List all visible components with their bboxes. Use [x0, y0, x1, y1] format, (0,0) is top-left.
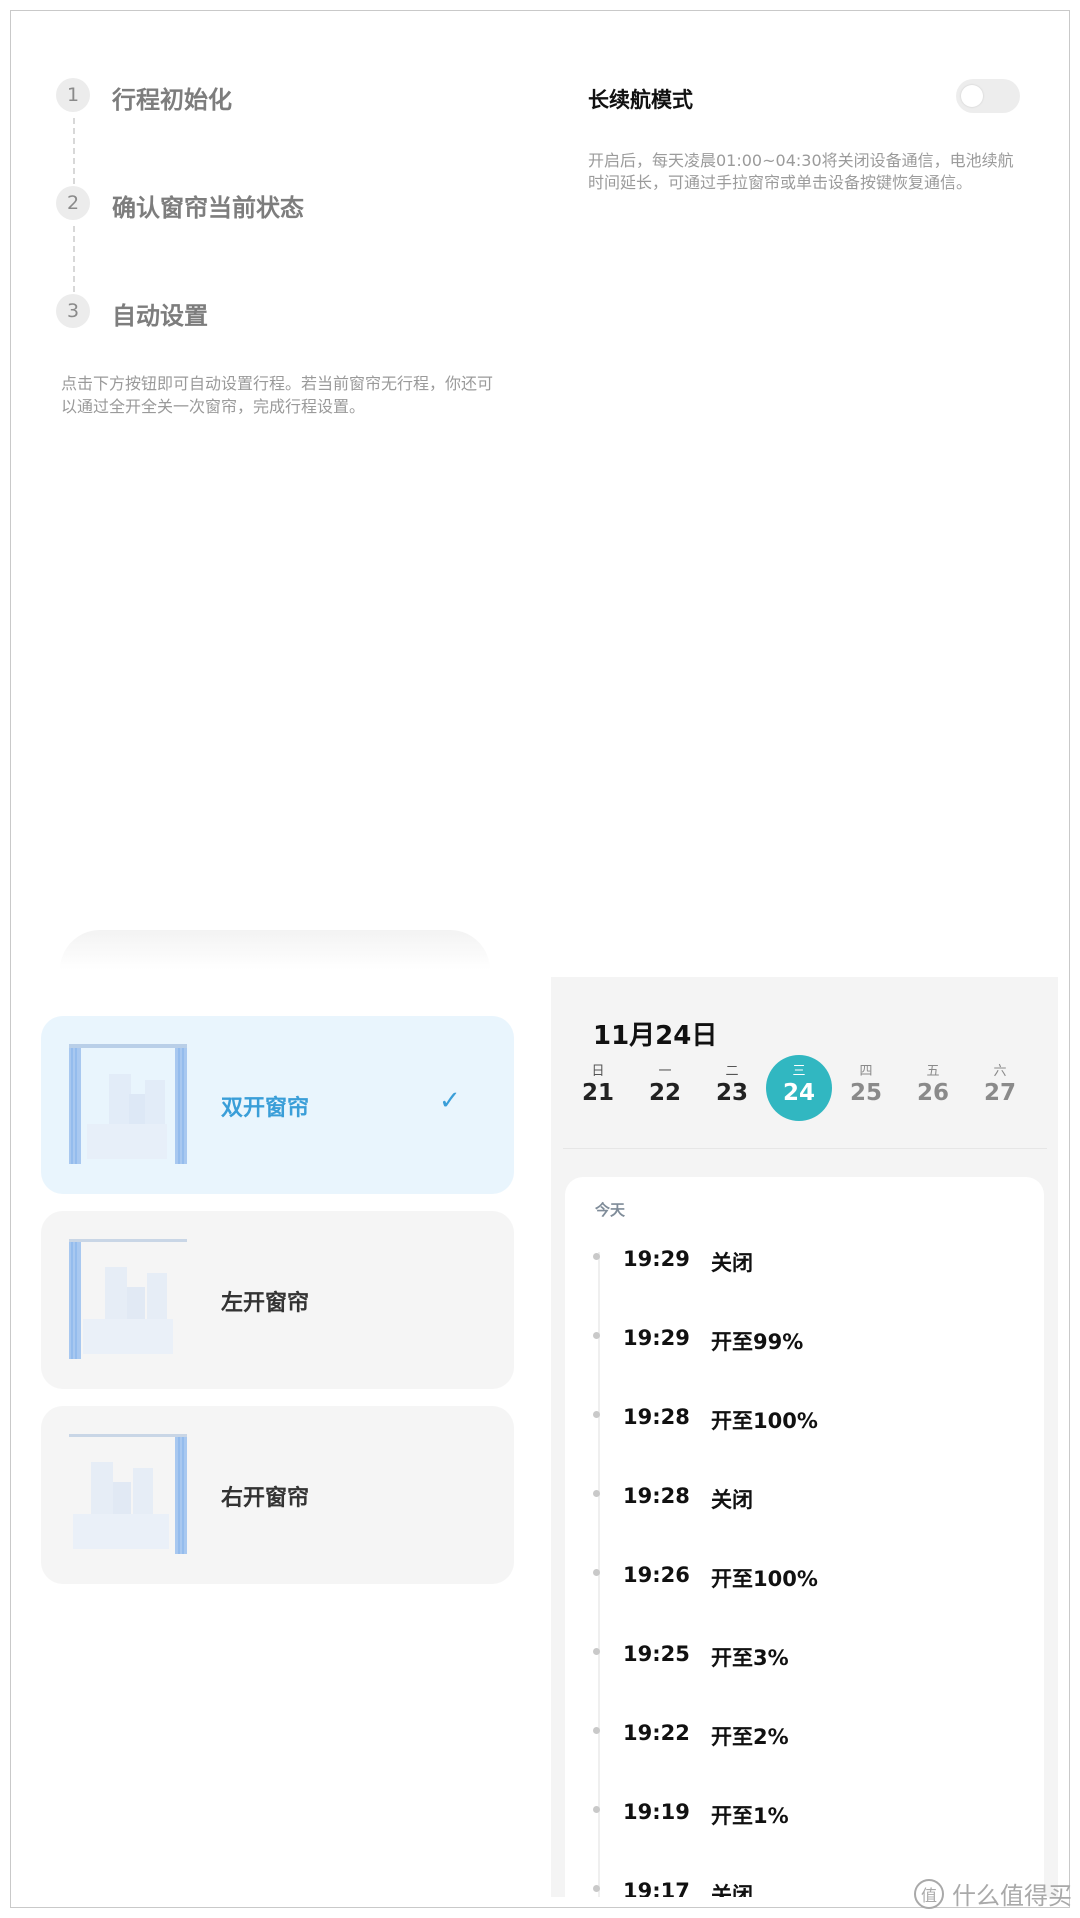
timeline-dot: [593, 1885, 600, 1892]
day-number: 25: [849, 1080, 882, 1106]
history-record: 19:22 开至2%: [593, 1721, 1013, 1761]
toggle-knob: [961, 85, 983, 107]
check-icon: ✓: [439, 1086, 461, 1116]
record-time: 19:19: [623, 1800, 690, 1824]
record-action: 关闭: [711, 1488, 753, 1512]
weekday-label: 四: [859, 1064, 873, 1079]
step-label: 确认窗帘当前状态: [112, 194, 304, 222]
curtain-option-label: 右开窗帘: [221, 1486, 310, 1511]
weekday-label: 一: [658, 1064, 672, 1079]
weekday-label: 五: [926, 1064, 940, 1079]
record-time: 19:22: [623, 1721, 690, 1745]
curtain-option-label: 左开窗帘: [221, 1291, 310, 1316]
step-number: 3: [56, 294, 90, 328]
curtain-option-right[interactable]: 右开窗帘: [41, 1406, 514, 1584]
history-date: 11月24日: [593, 1021, 718, 1051]
day-number: 23: [715, 1080, 748, 1106]
step-number: 1: [56, 78, 90, 112]
day-23[interactable]: 二 23: [699, 1055, 765, 1121]
timeline-dot: [593, 1806, 600, 1813]
timeline-dot: [593, 1569, 600, 1576]
endurance-mode-description: 开启后，每天凌晨01:00~04:30将关闭设备通信，电池续航时间延长，可通过手…: [588, 151, 1014, 192]
record-action: 开至100%: [711, 1567, 818, 1591]
record-time: 19:25: [623, 1642, 690, 1666]
week-strip: 日 21 一 22 二 23 三 24 四 25 五 26 六 27: [565, 1055, 1051, 1125]
timeline-dot: [593, 1727, 600, 1734]
watermark-logo-icon: 值: [914, 1878, 944, 1909]
divider: [563, 1148, 1047, 1149]
day-26[interactable]: 五 26: [900, 1055, 966, 1121]
timeline-dot: [593, 1332, 600, 1339]
step-label: 行程初始化: [112, 86, 232, 114]
record-action: 关闭: [711, 1251, 753, 1275]
curtain-option-label: 双开窗帘: [221, 1096, 310, 1121]
day-number: 27: [983, 1080, 1016, 1106]
record-time: 19:17: [623, 1879, 690, 1897]
step-label: 自动设置: [112, 302, 208, 330]
step-connector: [73, 226, 75, 292]
record-time: 19:26: [623, 1563, 690, 1587]
timeline-dot: [593, 1490, 600, 1497]
history-record: 19:29 关闭: [593, 1247, 1013, 1287]
record-action: 关闭: [711, 1883, 753, 1897]
record-action: 开至2%: [711, 1725, 789, 1749]
record-action: 开至3%: [711, 1646, 789, 1670]
record-action: 开至99%: [711, 1330, 804, 1354]
record-time: 19:29: [623, 1247, 690, 1271]
double-curtain-icon: [69, 1044, 187, 1164]
step-number: 2: [56, 186, 90, 220]
right-curtain-icon: [69, 1434, 187, 1554]
weekday-label: 六: [993, 1064, 1007, 1079]
day-number: 22: [648, 1080, 681, 1106]
day-number: 24: [782, 1080, 815, 1106]
day-number: 26: [916, 1080, 949, 1106]
left-curtain-icon: [69, 1239, 187, 1359]
weekday-label: 三: [792, 1064, 806, 1079]
record-action: 开至100%: [711, 1409, 818, 1433]
record-time: 19:28: [623, 1405, 690, 1429]
curtain-option-left[interactable]: 左开窗帘: [41, 1211, 514, 1389]
day-24-selected[interactable]: 三 24: [766, 1055, 832, 1121]
setup-step-1: 1 行程初始化: [56, 78, 496, 186]
timeline-dot: [593, 1253, 600, 1260]
setup-step-2: 2 确认窗帘当前状态: [56, 186, 496, 294]
history-record: 19:26 开至100%: [593, 1563, 1013, 1603]
section-label-today: 今天: [595, 1201, 626, 1219]
history-record: 19:28 开至100%: [593, 1405, 1013, 1445]
setup-steps: 1 行程初始化 2 确认窗帘当前状态 3 自动设置: [56, 78, 496, 402]
bottom-sheet-edge: [60, 930, 490, 970]
step-connector: [73, 118, 75, 184]
record-time: 19:28: [623, 1484, 690, 1508]
history-record: 19:29 开至99%: [593, 1326, 1013, 1366]
history-panel: 11月24日 日 21 一 22 二 23 三 24 四 25 五 26 六 2…: [551, 977, 1058, 1897]
watermark: 值 什么值得买: [914, 1876, 1072, 1911]
history-record-card: 今天 19:29 关闭 19:29 开至99% 19:28 开至100% 19:…: [565, 1177, 1044, 1897]
endurance-mode-toggle[interactable]: [956, 79, 1020, 113]
history-record: 19:25 开至3%: [593, 1642, 1013, 1682]
day-22[interactable]: 一 22: [632, 1055, 698, 1121]
history-record: 19:19 开至1%: [593, 1800, 1013, 1840]
weekday-label: 二: [725, 1064, 739, 1079]
timeline-dot: [593, 1648, 600, 1655]
weekday-label: 日: [591, 1064, 605, 1079]
curtain-option-double[interactable]: 双开窗帘 ✓: [41, 1016, 514, 1194]
setup-description: 点击下方按钮即可自动设置行程。若当前窗帘无行程，你还可以通过全开全关一次窗帘，完…: [61, 374, 494, 416]
watermark-text: 什么值得买: [952, 1882, 1072, 1910]
day-number: 21: [581, 1080, 614, 1106]
day-21[interactable]: 日 21: [565, 1055, 631, 1121]
day-25[interactable]: 四 25: [833, 1055, 899, 1121]
record-time: 19:29: [623, 1326, 690, 1350]
history-record: 19:28 关闭: [593, 1484, 1013, 1524]
day-27[interactable]: 六 27: [967, 1055, 1033, 1121]
timeline-dot: [593, 1411, 600, 1418]
record-action: 开至1%: [711, 1804, 789, 1828]
endurance-mode-title: 长续航模式: [588, 88, 693, 112]
